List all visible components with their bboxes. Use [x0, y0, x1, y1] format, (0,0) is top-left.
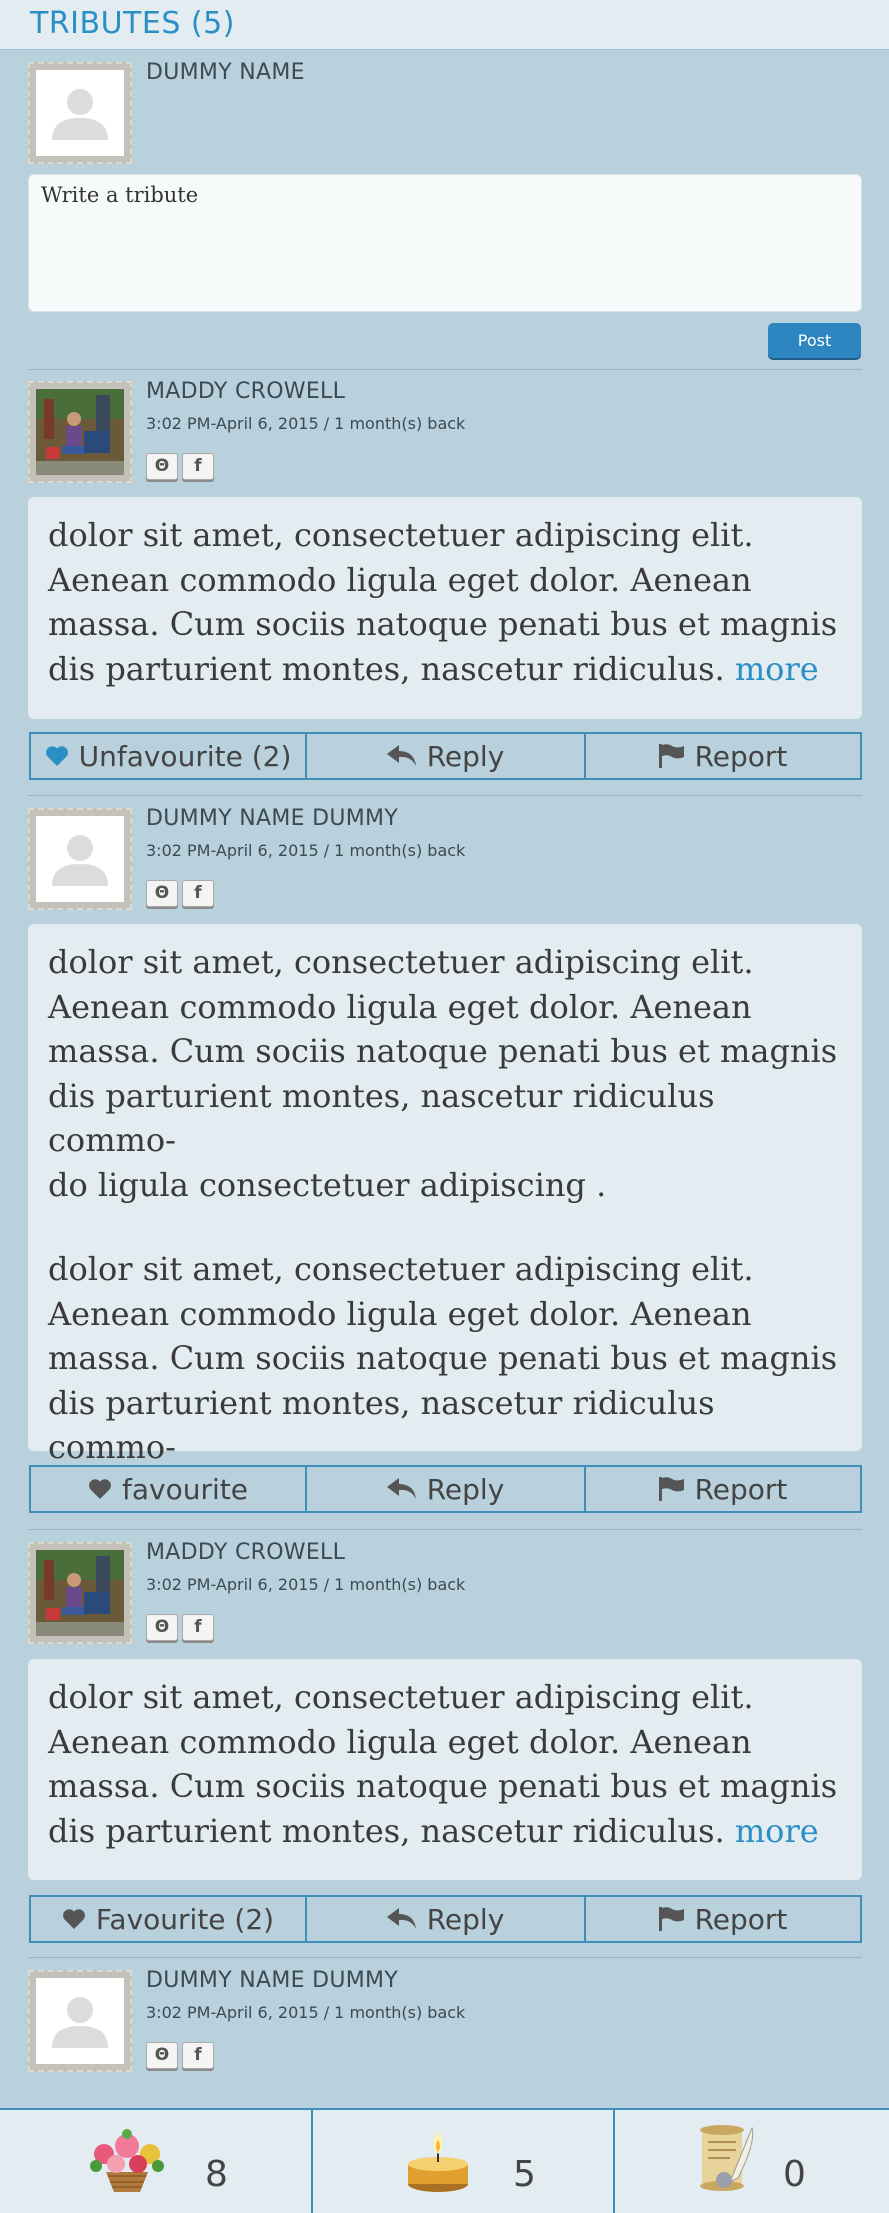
flag-icon: [658, 1477, 684, 1501]
author-name: DUMMY NAME DUMMY: [146, 1968, 399, 1993]
share-theta-button[interactable]: Θ: [146, 1614, 178, 1641]
tribute-text: dolor sit amet, consectetuer adipiscing …: [28, 497, 862, 719]
reply-button[interactable]: Reply: [305, 734, 584, 778]
divider: [28, 1957, 862, 1958]
timestamp: 3:02 PM-April 6, 2015 / 1 month(s) back: [146, 414, 466, 433]
timestamp: 3:02 PM-April 6, 2015 / 1 month(s) back: [146, 1575, 466, 1594]
share-facebook-button[interactable]: f: [182, 1614, 214, 1641]
favourite-button[interactable]: Favourite (2): [31, 1897, 305, 1941]
tribute-input[interactable]: Write a tribute: [28, 174, 862, 312]
flowers-count: 8: [205, 2154, 228, 2195]
timestamp: 3:02 PM-April 6, 2015 / 1 month(s) back: [146, 2003, 466, 2022]
author-avatar[interactable]: [28, 1970, 132, 2072]
photo-avatar-image: [36, 389, 124, 475]
divider: [28, 795, 862, 796]
reply-button[interactable]: Reply: [305, 1897, 584, 1941]
flower-bouquet-icon: [90, 2129, 164, 2192]
report-label: Report: [694, 739, 788, 773]
composer-avatar: [28, 62, 132, 164]
timestamp: 3:02 PM-April 6, 2015 / 1 month(s) back: [146, 841, 466, 860]
post-button[interactable]: Post: [768, 323, 861, 358]
favourite-button[interactable]: favourite: [31, 1467, 305, 1511]
reply-icon: [386, 745, 416, 766]
report-label: Report: [694, 1902, 788, 1936]
reply-button[interactable]: Reply: [305, 1467, 584, 1511]
heart-icon: [89, 1479, 111, 1499]
favourite-label: Unfavourite (2): [78, 739, 292, 773]
divider: [28, 1529, 862, 1530]
flag-icon: [658, 744, 684, 768]
photo-avatar-image: [36, 1550, 124, 1636]
share-theta-button[interactable]: Θ: [146, 2042, 178, 2069]
author-avatar[interactable]: [28, 1542, 132, 1644]
tribute-text: dolor sit amet, consectetuer adipiscing …: [28, 924, 862, 1511]
header-bar: TRIBUTES (5): [0, 0, 889, 50]
flowers-offering[interactable]: 8: [0, 2110, 311, 2213]
scroll-quill-icon: [700, 2125, 754, 2191]
candles-offering[interactable]: 5: [311, 2110, 613, 2213]
author-avatar[interactable]: [28, 808, 132, 910]
favourite-label: favourite: [122, 1472, 248, 1506]
heart-icon: [45, 746, 68, 766]
action-bar: Favourite (2) Reply Report: [29, 1895, 862, 1943]
notes-count: 0: [783, 2154, 806, 2195]
share-theta-button[interactable]: Θ: [146, 880, 178, 907]
divider: [28, 369, 862, 370]
author-name: DUMMY NAME DUMMY: [146, 806, 399, 831]
action-bar: favourite Reply Report: [29, 1465, 862, 1513]
author-name: MADDY CROWELL: [146, 379, 346, 404]
report-button[interactable]: Report: [584, 1897, 860, 1941]
share-facebook-button[interactable]: f: [182, 880, 214, 907]
reply-label: Reply: [426, 1902, 505, 1936]
reply-label: Reply: [426, 739, 505, 773]
notes-offering[interactable]: 0: [613, 2110, 889, 2213]
composer-user-name: DUMMY NAME: [146, 60, 305, 85]
candles-count: 5: [513, 2154, 536, 2195]
candle-icon: [408, 2132, 468, 2192]
report-label: Report: [694, 1472, 788, 1506]
share-theta-button[interactable]: Θ: [146, 453, 178, 480]
share-facebook-button[interactable]: f: [182, 2042, 214, 2069]
action-bar: Unfavourite (2) Reply Report: [29, 732, 862, 780]
author-name: MADDY CROWELL: [146, 1540, 346, 1565]
unfavourite-button[interactable]: Unfavourite (2): [31, 734, 305, 778]
report-button[interactable]: Report: [584, 1467, 860, 1511]
more-link[interactable]: more: [735, 650, 819, 688]
tribute-text: dolor sit amet, consectetuer adipiscing …: [28, 1659, 862, 1880]
flag-icon: [658, 1907, 684, 1931]
heart-icon: [62, 1909, 85, 1929]
reply-label: Reply: [426, 1472, 505, 1506]
reply-icon: [386, 1908, 416, 1929]
author-avatar[interactable]: [28, 381, 132, 483]
favourite-label: Favourite (2): [95, 1902, 275, 1936]
report-button[interactable]: Report: [584, 734, 860, 778]
more-link[interactable]: more: [735, 1812, 819, 1850]
reply-icon: [386, 1478, 416, 1499]
offerings-bar: 8 5 0: [0, 2108, 889, 2213]
page-title: TRIBUTES (5): [30, 6, 235, 41]
share-facebook-button[interactable]: f: [182, 453, 214, 480]
